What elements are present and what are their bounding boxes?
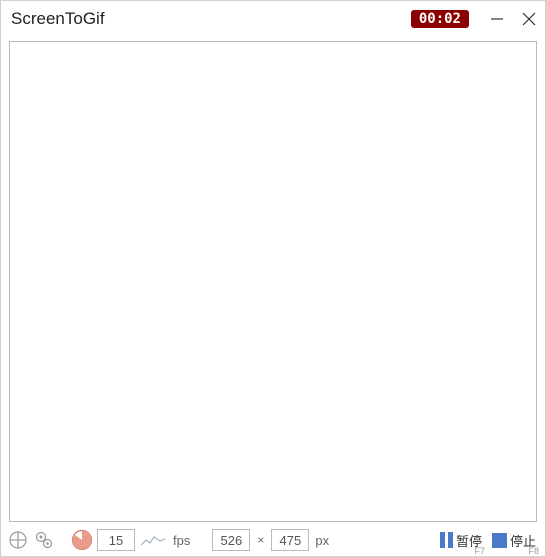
px-label: px bbox=[315, 533, 329, 548]
app-window: ScreenToGif 00:02 bbox=[0, 0, 546, 557]
minimize-icon bbox=[490, 12, 504, 26]
stop-icon bbox=[492, 533, 507, 548]
gear-icon bbox=[34, 530, 54, 550]
recording-timer: 00:02 bbox=[411, 10, 469, 28]
pie-icon bbox=[71, 529, 93, 551]
capture-region[interactable] bbox=[9, 41, 537, 522]
fps-indicator bbox=[71, 529, 93, 551]
crosshair-icon bbox=[8, 530, 28, 550]
titlebar[interactable]: ScreenToGif 00:02 bbox=[1, 1, 545, 37]
width-input[interactable] bbox=[212, 529, 250, 551]
close-icon bbox=[521, 11, 537, 27]
close-button[interactable] bbox=[513, 4, 545, 34]
crosshair-button[interactable] bbox=[7, 529, 29, 551]
stop-hotkey: F8 bbox=[528, 546, 539, 556]
minimize-button[interactable] bbox=[481, 4, 513, 34]
fps-input[interactable] bbox=[97, 529, 135, 551]
app-title: ScreenToGif bbox=[11, 9, 411, 29]
pause-button[interactable]: 暂停 F7 bbox=[437, 529, 485, 552]
fps-graph-icon bbox=[140, 532, 166, 548]
height-input[interactable] bbox=[271, 529, 309, 551]
footer-toolbar: fps × px 暂停 F7 停止 F8 bbox=[1, 526, 545, 556]
pause-hotkey: F7 bbox=[474, 546, 485, 556]
stop-button[interactable]: 停止 F8 bbox=[489, 529, 539, 552]
pause-icon bbox=[440, 532, 453, 548]
dimension-separator: × bbox=[257, 533, 264, 547]
fps-label: fps bbox=[173, 533, 190, 548]
settings-button[interactable] bbox=[33, 529, 55, 551]
